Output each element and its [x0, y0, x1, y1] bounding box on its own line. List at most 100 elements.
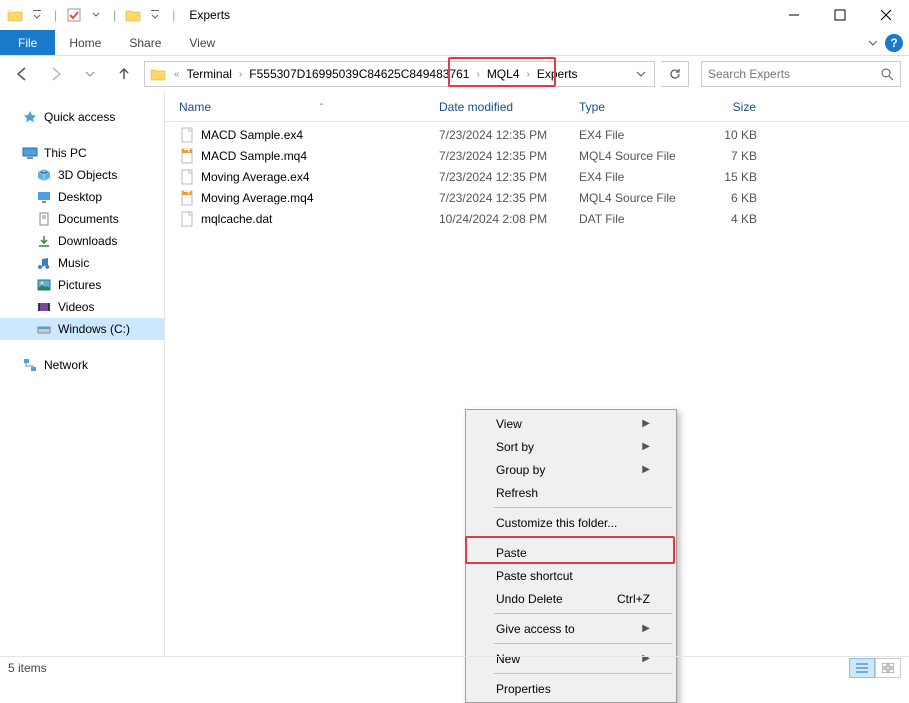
- file-icon: [179, 211, 195, 227]
- file-icon: [179, 169, 195, 185]
- star-icon: [22, 109, 38, 125]
- search-placeholder: Search Experts: [708, 67, 790, 81]
- help-icon[interactable]: ?: [885, 34, 903, 52]
- file-row[interactable]: 4Moving Average.mq47/23/2024 12:35 PMMQL…: [165, 187, 909, 208]
- sidebar-label: Network: [44, 358, 88, 372]
- sidebar-network[interactable]: Network: [0, 354, 164, 376]
- file-row[interactable]: mqlcache.dat10/24/2024 2:08 PMDAT File4 …: [165, 208, 909, 229]
- network-icon: [22, 357, 38, 373]
- breadcrumb[interactable]: « Terminal › F555307D16995039C84625C8494…: [144, 61, 655, 87]
- view-large-button[interactable]: [875, 658, 901, 678]
- sidebar-item-documents[interactable]: Documents: [0, 208, 164, 230]
- qat-dropdown-icon[interactable]: [28, 4, 46, 26]
- file-name: mqlcache.dat: [201, 212, 272, 226]
- pc-icon: [22, 145, 38, 161]
- sidebar-label: Windows (C:): [58, 322, 130, 336]
- file-type: EX4 File: [573, 128, 693, 142]
- tab-share[interactable]: Share: [115, 30, 175, 55]
- minimize-button[interactable]: [771, 0, 817, 30]
- recent-dropdown-icon[interactable]: [76, 62, 104, 86]
- column-size[interactable]: Size: [693, 92, 773, 121]
- file-row[interactable]: Moving Average.ex47/23/2024 12:35 PMEX4 …: [165, 166, 909, 187]
- sidebar-label: Desktop: [58, 190, 102, 204]
- tab-view[interactable]: View: [175, 30, 229, 55]
- column-type[interactable]: Type: [573, 92, 693, 121]
- close-button[interactable]: [863, 0, 909, 30]
- column-date[interactable]: Date modified: [433, 92, 573, 121]
- sidebar-this-pc[interactable]: This PC: [0, 142, 164, 164]
- sidebar-item-videos[interactable]: Videos: [0, 296, 164, 318]
- ctx-sort-by[interactable]: Sort by▶: [468, 435, 674, 458]
- ctx-refresh[interactable]: Refresh: [468, 481, 674, 504]
- file-row[interactable]: 4MACD Sample.mq47/23/2024 12:35 PMMQL4 S…: [165, 145, 909, 166]
- chevron-right-icon: ▶: [642, 418, 650, 429]
- file-size: 4 KB: [693, 212, 773, 226]
- refresh-button[interactable]: [661, 61, 689, 87]
- sidebar-item-3d-objects[interactable]: 3D Objects: [0, 164, 164, 186]
- column-name[interactable]: Name⌃: [173, 92, 433, 121]
- chevron-right-icon: ▶: [642, 623, 650, 634]
- cube-icon: [36, 167, 52, 183]
- file-name: Moving Average.ex4: [201, 170, 310, 184]
- forward-button[interactable]: [42, 62, 70, 86]
- qat-divider2: |: [109, 8, 120, 22]
- ctx-properties[interactable]: Properties: [468, 677, 674, 700]
- breadcrumb-overflow[interactable]: «: [169, 69, 185, 80]
- file-date: 7/23/2024 12:35 PM: [433, 149, 573, 163]
- sidebar-item-downloads[interactable]: Downloads: [0, 230, 164, 252]
- highlight-rect-paste: [465, 536, 675, 564]
- search-icon[interactable]: [880, 67, 894, 81]
- sidebar-label: Downloads: [58, 234, 117, 248]
- sidebar-quick-access[interactable]: Quick access: [0, 106, 164, 128]
- download-icon: [36, 233, 52, 249]
- up-button[interactable]: [110, 62, 138, 86]
- folder2-icon: [124, 4, 142, 26]
- sidebar-label: Documents: [58, 212, 119, 226]
- view-details-button[interactable]: [849, 658, 875, 678]
- file-size: 7 KB: [693, 149, 773, 163]
- ctx-view[interactable]: View▶: [468, 412, 674, 435]
- breadcrumb-dropdown-icon[interactable]: [630, 69, 652, 79]
- qat-dropdown3-icon[interactable]: [146, 4, 164, 26]
- window-title: Experts: [183, 8, 230, 22]
- ribbon-expand-icon[interactable]: [867, 37, 879, 49]
- file-row[interactable]: MACD Sample.ex47/23/2024 12:35 PMEX4 Fil…: [165, 124, 909, 145]
- file-size: 15 KB: [693, 170, 773, 184]
- file-tab[interactable]: File: [0, 30, 55, 55]
- breadcrumb-seg-1[interactable]: F555307D16995039C84625C849483761: [247, 67, 471, 81]
- file-size: 6 KB: [693, 191, 773, 205]
- sidebar-item-desktop[interactable]: Desktop: [0, 186, 164, 208]
- qat-dropdown2-icon[interactable]: [87, 4, 105, 26]
- ctx-paste-shortcut[interactable]: Paste shortcut: [468, 564, 674, 587]
- chevron-right-icon: ▶: [642, 441, 650, 452]
- ctx-undo-delete[interactable]: Undo DeleteCtrl+Z: [468, 587, 674, 610]
- file-date: 7/23/2024 12:35 PM: [433, 170, 573, 184]
- music-icon: [36, 255, 52, 271]
- qat-divider: |: [50, 8, 61, 22]
- sidebar-item-pictures[interactable]: Pictures: [0, 274, 164, 296]
- file-icon: 4: [179, 190, 195, 206]
- search-input[interactable]: Search Experts: [701, 61, 901, 87]
- breadcrumb-seg-0[interactable]: Terminal: [185, 67, 234, 81]
- file-type: MQL4 Source File: [573, 191, 693, 205]
- sidebar-label: 3D Objects: [58, 168, 117, 182]
- tab-home[interactable]: Home: [55, 30, 115, 55]
- back-button[interactable]: [8, 62, 36, 86]
- desktop-icon: [36, 189, 52, 205]
- sidebar-item-windows-c[interactable]: Windows (C:): [0, 318, 164, 340]
- file-name: Moving Average.mq4: [201, 191, 314, 205]
- maximize-button[interactable]: [817, 0, 863, 30]
- sidebar-item-music[interactable]: Music: [0, 252, 164, 274]
- sidebar-label: Music: [58, 256, 89, 270]
- sort-asc-icon: ⌃: [318, 102, 325, 111]
- ctx-customize[interactable]: Customize this folder...: [468, 511, 674, 534]
- breadcrumb-folder-icon: [147, 67, 169, 81]
- ctx-group-by[interactable]: Group by▶: [468, 458, 674, 481]
- ctx-give-access[interactable]: Give access to▶: [468, 617, 674, 640]
- ctx-shortcut: Ctrl+Z: [617, 592, 650, 606]
- ctx-separator: [494, 507, 672, 508]
- svg-text:4: 4: [184, 190, 191, 197]
- chev-icon[interactable]: ›: [234, 69, 247, 80]
- checkbox-icon[interactable]: [65, 4, 83, 26]
- folder-icon: [6, 4, 24, 26]
